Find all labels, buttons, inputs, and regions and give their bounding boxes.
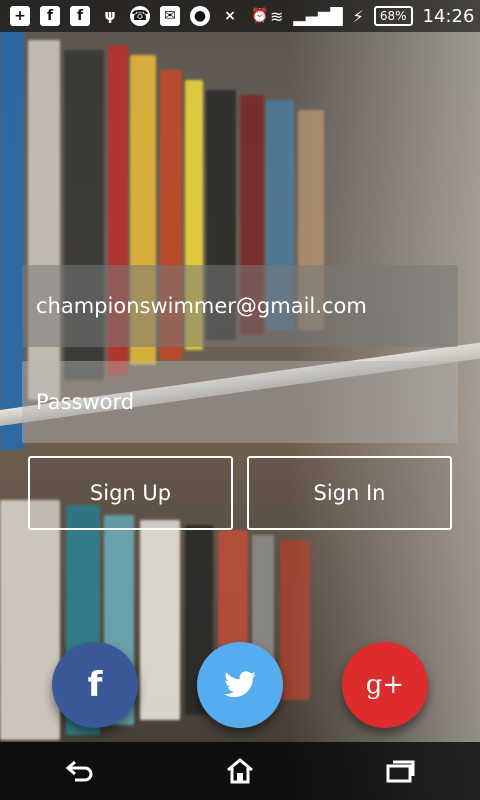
- password-field[interactable]: Password: [22, 361, 458, 443]
- email-field[interactable]: championswimmer@gmail.com: [22, 265, 458, 347]
- chrome-icon: ●: [190, 6, 210, 26]
- battery-indicator: 68%: [373, 6, 413, 26]
- facebook-login-button[interactable]: f: [52, 642, 138, 728]
- mail-icon: ✉: [160, 6, 180, 26]
- usb-icon: ψ: [104, 8, 116, 24]
- home-icon[interactable]: [220, 751, 260, 791]
- facebook-icon: f: [40, 6, 60, 26]
- sign-in-button[interactable]: Sign In: [247, 456, 452, 530]
- wifi-icon: ≋: [270, 6, 284, 26]
- charging-icon: ⚡: [352, 6, 364, 26]
- book-spine: [0, 500, 60, 740]
- recent-apps-icon[interactable]: [380, 751, 420, 791]
- plus-square-icon: +: [10, 6, 30, 26]
- back-icon[interactable]: [60, 751, 100, 791]
- facebook-icon: f: [70, 6, 90, 26]
- book-spine: [140, 520, 180, 720]
- clock: 14:26: [422, 5, 475, 27]
- whatsapp-icon: ☎: [130, 6, 150, 26]
- book-spine: [0, 30, 24, 450]
- status-bar: + f f ψ ☎ ✉ ● ⨯ ⏰ ≋ ▂▄▆█ ⚡ 68% 14:26: [0, 0, 480, 32]
- signal-icon: ▂▄▆█: [293, 6, 343, 26]
- navigation-bar: [0, 742, 480, 800]
- network-icon: ⨯: [224, 8, 236, 24]
- sign-up-button[interactable]: Sign Up: [28, 456, 233, 530]
- twitter-login-button[interactable]: [197, 642, 283, 728]
- googleplus-login-button[interactable]: g+: [342, 642, 428, 728]
- twitter-bird-icon: [224, 671, 256, 698]
- alarm-icon: ⏰: [251, 8, 269, 24]
- facebook-icon: f: [87, 665, 103, 705]
- googleplus-icon: g+: [365, 670, 405, 700]
